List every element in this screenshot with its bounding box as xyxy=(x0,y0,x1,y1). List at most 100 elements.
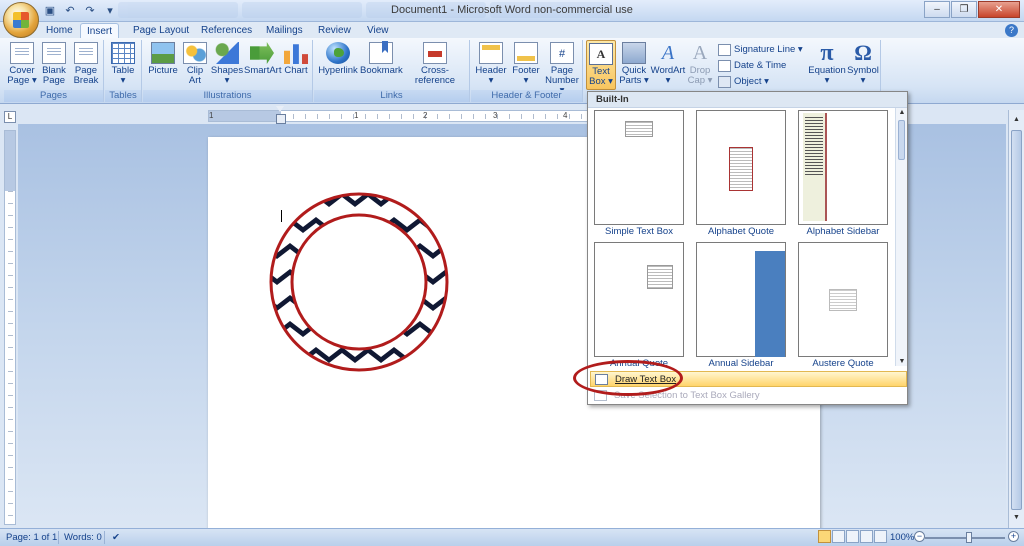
vertical-scrollbar[interactable]: ▲ ▼ xyxy=(1008,110,1024,528)
bookmark-button[interactable]: Bookmark xyxy=(360,40,403,76)
tab-references[interactable]: References xyxy=(195,23,258,38)
quick-parts-label-2: Parts ▾ xyxy=(619,75,649,86)
cross-reference-icon xyxy=(423,42,447,64)
status-bar: Page: 1 of 1 Words: 0 ✔ 100% − + xyxy=(0,528,1024,546)
minimize-button[interactable]: – xyxy=(924,1,950,18)
text-box-gallery: Built-In Simple Text Box Alphabet Quote … xyxy=(587,91,908,405)
vertical-ruler-ticks xyxy=(8,191,13,524)
wordart-label-2: ▾ xyxy=(665,75,671,86)
restore-button[interactable]: ❐ xyxy=(951,1,977,18)
picture-label: Picture xyxy=(148,65,178,76)
clip-art-button[interactable]: Clip Art xyxy=(181,40,209,86)
scroll-thumb[interactable] xyxy=(1011,130,1022,510)
zoom-level[interactable]: 100% xyxy=(890,532,914,543)
tab-insert[interactable]: Insert xyxy=(80,23,120,38)
shapes-icon xyxy=(215,42,239,64)
vertical-ruler[interactable] xyxy=(4,130,16,525)
word-count[interactable]: Words: 0 xyxy=(64,532,102,543)
header-button[interactable]: Header ▾ xyxy=(473,40,509,86)
cover-page-label-2: Page ▾ xyxy=(7,75,37,86)
group-label-header-footer: Header & Footer xyxy=(471,90,582,102)
gallery-item-annual-sidebar[interactable]: Annual Sidebar xyxy=(696,242,786,370)
drop-cap-button[interactable]: A Drop Cap ▾ xyxy=(686,40,714,86)
pi-icon: π xyxy=(820,40,834,66)
tab-review[interactable]: Review xyxy=(312,23,357,38)
close-button[interactable]: ✕ xyxy=(978,1,1020,18)
scroll-up-icon[interactable]: ▲ xyxy=(1011,116,1022,126)
ruler-number: 3 xyxy=(493,111,498,120)
shapes-button[interactable]: Shapes ▾ xyxy=(210,40,244,86)
tab-view[interactable]: View xyxy=(361,23,395,38)
blank-page-button[interactable]: Blank Page xyxy=(39,40,69,86)
scroll-down-icon[interactable]: ▼ xyxy=(1011,514,1022,524)
status-separator xyxy=(104,531,105,544)
gallery-scroll-thumb[interactable] xyxy=(898,120,905,160)
draft-view-icon[interactable] xyxy=(874,530,887,543)
equation-button[interactable]: π Equation ▾ xyxy=(807,40,847,86)
office-button[interactable] xyxy=(3,2,39,38)
table-button[interactable]: Table ▾ xyxy=(107,40,139,86)
gallery-scrollbar[interactable]: ▲ ▼ xyxy=(895,108,907,366)
table-label-2: ▾ xyxy=(120,75,126,86)
gallery-item-label: Annual Sidebar xyxy=(708,358,774,369)
object-label: Object ▾ xyxy=(734,76,769,87)
footer-button[interactable]: Footer ▾ xyxy=(509,40,543,86)
signature-line-button[interactable]: Signature Line ▾ xyxy=(716,43,803,57)
gallery-thumbnail xyxy=(798,110,888,225)
tab-page-layout[interactable]: Page Layout xyxy=(127,23,195,38)
proofing-icon[interactable]: ✔ xyxy=(112,532,120,543)
page-number-button[interactable]: # Page Number ▾ xyxy=(543,40,581,96)
gallery-item-alphabet-sidebar[interactable]: Alphabet Sidebar xyxy=(798,110,888,238)
indent-marker[interactable] xyxy=(276,106,286,124)
gallery-scroll-down-icon[interactable]: ▼ xyxy=(897,358,907,365)
chevron-circle-frame[interactable] xyxy=(264,187,454,377)
zoom-slider[interactable] xyxy=(925,537,1005,539)
web-layout-view-icon[interactable] xyxy=(846,530,859,543)
tab-mailings[interactable]: Mailings xyxy=(260,23,309,38)
gallery-item-alphabet-quote[interactable]: Alphabet Quote xyxy=(696,110,786,238)
outline-view-icon[interactable] xyxy=(860,530,873,543)
picture-button[interactable]: Picture xyxy=(146,40,180,76)
page-break-button[interactable]: Page Break xyxy=(70,40,102,86)
quick-parts-icon xyxy=(622,42,646,64)
smartart-button[interactable]: SmartArt xyxy=(244,40,282,76)
print-layout-view-icon[interactable] xyxy=(818,530,831,543)
globe-icon xyxy=(326,42,350,64)
help-icon[interactable]: ? xyxy=(1005,24,1018,37)
object-button[interactable]: Object ▾ xyxy=(716,75,769,89)
cover-page-button[interactable]: Cover Page ▾ xyxy=(6,40,38,86)
zoom-slider-knob[interactable] xyxy=(966,532,972,543)
bookmark-label: Bookmark xyxy=(360,65,403,76)
wordart-button[interactable]: A WordArt ▾ xyxy=(650,40,686,86)
signature-line-icon xyxy=(718,44,731,56)
view-buttons xyxy=(818,530,887,543)
gallery-thumbnail xyxy=(696,242,786,357)
gallery-scroll-up-icon[interactable]: ▲ xyxy=(897,109,907,116)
zoom-in-icon[interactable]: + xyxy=(1008,531,1019,542)
full-screen-reading-view-icon[interactable] xyxy=(832,530,845,543)
gallery-item-label: Alphabet Sidebar xyxy=(806,226,880,237)
gallery-item-austere-quote[interactable]: Austere Quote xyxy=(798,242,888,370)
group-links: Hyperlink Bookmark Cross-reference Links xyxy=(314,40,470,102)
cross-reference-button[interactable]: Cross-reference xyxy=(402,40,468,86)
symbol-button[interactable]: Ω Symbol ▾ xyxy=(847,40,879,86)
date-time-button[interactable]: Date & Time xyxy=(716,59,786,73)
gallery-item-simple-text-box[interactable]: Simple Text Box xyxy=(594,110,684,238)
page-count[interactable]: Page: 1 of 1 xyxy=(6,532,57,543)
object-icon xyxy=(718,76,731,88)
text-box-button[interactable]: A Text Box ▾ xyxy=(586,40,616,90)
ruler-number: 1 xyxy=(209,111,214,120)
equation-label-2: ▾ xyxy=(824,75,830,86)
page-number-icon: # xyxy=(550,42,574,64)
smartart-label: SmartArt xyxy=(244,65,282,76)
quick-parts-button[interactable]: Quick Parts ▾ xyxy=(618,40,650,86)
tab-selector[interactable]: L xyxy=(4,111,16,123)
signature-line-label: Signature Line ▾ xyxy=(734,44,803,55)
tab-home[interactable]: Home xyxy=(40,23,79,38)
chart-button[interactable]: Chart xyxy=(281,40,311,76)
window-title: Document1 - Microsoft Word non-commercia… xyxy=(391,4,633,16)
ruler-number: 4 xyxy=(563,111,568,120)
gallery-item-annual-quote[interactable]: Annual Quote xyxy=(594,242,684,370)
zoom-out-icon[interactable]: − xyxy=(914,531,925,542)
hyperlink-button[interactable]: Hyperlink xyxy=(316,40,360,76)
